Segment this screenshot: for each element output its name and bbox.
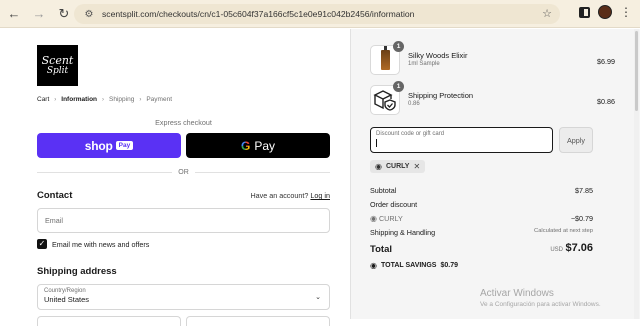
- watermark-line1: Activar Windows: [480, 288, 554, 299]
- site-info-icon[interactable]: ⚙: [80, 9, 98, 20]
- tag-icon: ◉: [370, 214, 377, 223]
- breadcrumb-payment: Payment: [146, 96, 172, 103]
- logo-text-line2: Split: [46, 65, 69, 76]
- breadcrumb-information: Information: [61, 96, 98, 103]
- total-savings: ◉ TOTAL SAVINGS $0.79: [370, 261, 458, 270]
- side-panel-icon[interactable]: [579, 6, 590, 18]
- google-pay-button[interactable]: G Pay: [186, 133, 330, 158]
- breadcrumb: Cart › Information › Shipping › Payment: [37, 96, 172, 103]
- shipping-value: Calculated at next step: [534, 228, 593, 234]
- chevron-right-icon: ›: [54, 96, 57, 103]
- discount-code-row: ◉ CURLY −$0.79: [370, 214, 593, 223]
- bookmark-star-icon[interactable]: ☆: [542, 7, 552, 20]
- breadcrumb-shipping: Shipping: [109, 96, 135, 103]
- total-value: $7.06: [565, 242, 593, 254]
- name-fields-row: [37, 316, 330, 326]
- login-link[interactable]: Log in: [310, 191, 330, 200]
- item-variant: 1ml Sample: [408, 61, 440, 67]
- scrollbar[interactable]: [634, 29, 639, 319]
- total-row: Total USD $7.06: [370, 242, 593, 255]
- chevron-right-icon: ›: [139, 96, 142, 103]
- arrow-left-icon[interactable]: ←: [3, 3, 25, 25]
- or-label: OR: [178, 168, 189, 176]
- savings-value: $0.79: [440, 262, 459, 269]
- account-prompt: Have an account? Log in: [250, 191, 330, 200]
- discount-code-value: −$0.79: [570, 214, 593, 223]
- google-pay-label: Pay: [254, 138, 276, 153]
- menu-kebab-icon[interactable]: ⋮: [620, 6, 632, 18]
- shipping-label: Shipping & Handling: [370, 228, 436, 237]
- scrollbar-thumb[interactable]: [635, 31, 638, 111]
- google-g-icon: G: [240, 138, 251, 153]
- store-logo[interactable]: Scent Split: [37, 45, 78, 86]
- news-opt-in[interactable]: ✓ Email me with news and offers: [37, 239, 149, 249]
- contact-heading: Contact: [37, 190, 73, 201]
- email-placeholder: Email: [45, 216, 63, 225]
- order-discount-label: Order discount: [370, 200, 418, 209]
- text-caret: [376, 139, 377, 147]
- shop-pay-wordmark: shop: [84, 138, 113, 153]
- chevron-right-icon: ›: [102, 96, 105, 103]
- subtotal-label: Subtotal: [370, 186, 397, 195]
- windows-activation-watermark: Activar Windows Ve a Configuración para …: [480, 288, 601, 308]
- country-select[interactable]: Country/Region United States ⌄: [37, 284, 330, 310]
- tag-icon: ◉: [375, 162, 382, 171]
- applied-code-tag: ◉ CURLY ✕: [370, 160, 426, 173]
- order-discount-row: Order discount: [370, 200, 593, 209]
- browser-toolbar: ← → ↻ ⚙ scentsplit.com/checkouts/cn/c1-0…: [0, 0, 640, 28]
- close-icon[interactable]: ✕: [413, 162, 420, 171]
- checkout-form-pane: Scent Split Cart › Information › Shippin…: [0, 29, 350, 326]
- product-thumbnail: 1: [370, 81, 404, 115]
- quantity-badge: 1: [393, 41, 404, 52]
- arrow-right-icon[interactable]: →: [28, 3, 50, 25]
- email-field[interactable]: Email: [37, 208, 330, 233]
- address-bar[interactable]: ⚙ scentsplit.com/checkouts/cn/c1-05c604f…: [74, 4, 560, 24]
- item-price: $6.99: [597, 57, 615, 66]
- discount-code-label: CURLY: [378, 214, 403, 223]
- first-name-field[interactable]: [37, 316, 181, 326]
- reload-icon[interactable]: ↻: [53, 3, 75, 25]
- logo-text-line1: Scent: [41, 53, 74, 67]
- shop-pay-badge: Pay: [115, 141, 134, 150]
- item-name: Silky Woods Elixir: [408, 51, 468, 60]
- order-line-item: 1 Shipping Protection 0.86 $0.86: [370, 81, 615, 115]
- shop-pay-button[interactable]: shop Pay: [37, 133, 181, 158]
- total-currency: USD: [550, 247, 563, 253]
- subtotal-row: Subtotal $7.85: [370, 186, 593, 195]
- country-value: United States: [44, 295, 90, 304]
- apply-button[interactable]: Apply: [559, 127, 593, 153]
- item-name: Shipping Protection: [408, 91, 474, 100]
- watermark-line2: Ve a Configuración para activar Windows.: [480, 301, 601, 308]
- item-variant: 0.86: [408, 101, 420, 107]
- subtotal-value: $7.85: [575, 186, 593, 195]
- order-summary-pane: 1 Silky Woods Elixir 1ml Sample $6.99 1 …: [350, 29, 640, 319]
- savings-label: TOTAL SAVINGS: [380, 262, 437, 269]
- url-text: scentsplit.com/checkouts/cn/c1-05c604f37…: [102, 9, 415, 19]
- tag-icon: ◉: [370, 261, 377, 270]
- discount-placeholder: Discount code or gift card: [376, 131, 445, 137]
- applied-code-label: CURLY: [385, 163, 410, 170]
- checkbox-checked-icon[interactable]: ✓: [37, 239, 47, 249]
- shipping-address-heading: Shipping address: [37, 266, 117, 277]
- order-line-item: 1 Silky Woods Elixir 1ml Sample $6.99: [370, 41, 615, 75]
- perfume-bottle-icon: [380, 46, 390, 70]
- shipping-row: Shipping & Handling Calculated at next s…: [370, 228, 593, 237]
- news-opt-in-label: Email me with news and offers: [52, 239, 150, 249]
- have-account-text: Have an account?: [250, 191, 309, 200]
- item-price: $0.86: [597, 97, 615, 106]
- or-divider: OR: [37, 167, 330, 177]
- country-label: Country/Region: [44, 288, 86, 294]
- package-shield-icon: [373, 90, 396, 111]
- last-name-field[interactable]: [186, 316, 330, 326]
- total-label: Total: [370, 244, 392, 255]
- quantity-badge: 1: [393, 81, 404, 92]
- discount-code-input[interactable]: Discount code or gift card: [370, 127, 553, 153]
- product-thumbnail: 1: [370, 41, 404, 75]
- breadcrumb-cart[interactable]: Cart: [37, 96, 49, 103]
- profile-avatar[interactable]: [598, 5, 612, 19]
- express-checkout-label: Express checkout: [155, 118, 212, 127]
- chevron-down-icon: ⌄: [315, 294, 321, 301]
